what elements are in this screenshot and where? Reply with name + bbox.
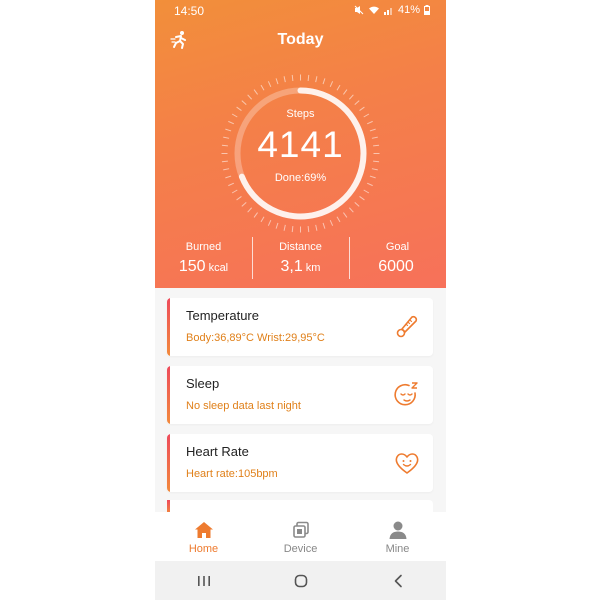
phone-screen: 14:50 41% Today Steps 4141 Done:69% Burn… [155, 0, 446, 600]
system-nav-bar [155, 561, 446, 600]
steps-done-percent: Done:69% [274, 172, 327, 184]
back-icon [394, 574, 402, 587]
recents-button[interactable] [189, 571, 219, 591]
ring-tick [223, 168, 230, 171]
ring-tick [260, 216, 265, 223]
ring-tick [371, 168, 378, 171]
bottom-nav: Home Device Mine [155, 512, 446, 561]
nav-label: Mine [385, 543, 410, 555]
sleep-face-icon [394, 382, 418, 406]
stat-value: 6000 [378, 258, 414, 275]
ring-tick [329, 219, 334, 226]
stat-value-wrap: 150 kcal [155, 258, 252, 276]
steps-value: 4141 [257, 124, 344, 165]
ring-tick [267, 81, 272, 88]
card-title: Heart Rate [186, 444, 249, 459]
ring-tick [260, 84, 265, 91]
card-sleep[interactable]: Sleep No sleep data last night [167, 366, 433, 424]
ring-tick [322, 78, 326, 85]
ring-tick [247, 207, 253, 213]
steps-hero: 14:50 41% Today Steps 4141 Done:69% Burn… [155, 0, 446, 288]
home-circle-icon [294, 574, 307, 587]
ring-tick [307, 226, 310, 233]
stat-unit: km [305, 262, 321, 274]
card-accent-bar [167, 366, 170, 424]
stat-unit: kcal [208, 262, 229, 274]
status-icons: 41% [354, 4, 430, 16]
ring-tick [283, 224, 286, 231]
stat-value-wrap: 3,1 km [252, 258, 349, 276]
wifi-icon [368, 6, 379, 14]
battery-percent: 41% [397, 4, 420, 16]
nav-label: Device [283, 543, 318, 555]
ring-tick [236, 196, 242, 201]
ring-tick [354, 100, 360, 106]
stat-value-wrap: 6000 [349, 258, 446, 276]
person-icon [389, 521, 406, 539]
stat-distance: Distance 3,1 km [252, 237, 349, 281]
ring-tick [283, 76, 286, 83]
device-icon [292, 521, 309, 538]
home-system-button[interactable] [286, 571, 316, 591]
ring-tick [348, 207, 354, 213]
ring-tick [322, 222, 326, 229]
card-subtitle: Heart rate:105bpm [186, 468, 278, 480]
signal-icon [383, 8, 392, 15]
heart-face-icon [395, 453, 419, 474]
ring-tick [336, 84, 341, 91]
ring-tick [307, 74, 310, 81]
ring-tick [231, 189, 238, 194]
ring-tick [275, 222, 279, 229]
status-bar: 14:50 41% [155, 0, 446, 20]
card-title: Temperature [186, 308, 259, 323]
stat-label: Distance [279, 241, 322, 253]
ring-tick [241, 100, 247, 106]
ring-tick [247, 94, 253, 100]
card-accent-bar [167, 434, 170, 492]
card-temperature[interactable]: Temperature Body:36,89°C Wrist:29,95°C [167, 298, 433, 356]
nav-device[interactable]: Device [252, 512, 349, 561]
ring-tick [291, 74, 294, 81]
stat-value: 3,1 [280, 258, 303, 275]
page-title: Today [277, 31, 324, 48]
stat-goal: Goal 6000 [349, 237, 446, 281]
card-accent-bar [167, 298, 170, 356]
ring-tick [291, 226, 294, 233]
card-subtitle: No sleep data last night [186, 400, 301, 412]
card-heart-rate[interactable]: Heart Rate Heart rate:105bpm [167, 434, 433, 492]
ring-tick [336, 216, 341, 223]
steps-label: Steps [286, 108, 315, 120]
card-subtitle: Body:36,89°C Wrist:29,95°C [186, 332, 325, 344]
ring-tick [329, 81, 334, 88]
ring-tick [315, 76, 318, 83]
mute-icon [354, 5, 364, 15]
recents-icon [197, 575, 210, 586]
home-icon [194, 522, 213, 538]
ring-tick [359, 196, 365, 201]
stat-burned: Burned 150 kcal [155, 237, 252, 281]
stats-row: Burned 150 kcal Distance 3,1 km Goal 6000 [155, 237, 446, 281]
ring-tick [253, 212, 258, 218]
ring-tick [354, 201, 360, 207]
card-title: Sleep [186, 376, 220, 391]
nav-label: Home [188, 543, 219, 555]
ring-tick [315, 224, 318, 231]
stat-label: Burned [185, 241, 222, 253]
ring-tick [267, 219, 272, 226]
nav-home[interactable]: Home [155, 512, 252, 561]
stat-value: 150 [178, 258, 206, 275]
battery-icon [424, 5, 430, 15]
ring-tick [343, 212, 348, 218]
ring-tick [241, 201, 247, 207]
ring-tick [343, 89, 348, 95]
ring-tick [348, 94, 354, 100]
ring-tick [253, 89, 258, 95]
back-button[interactable] [383, 571, 413, 591]
ring-tick [363, 189, 370, 194]
thermometer-icon [396, 315, 418, 338]
stat-label: Goal [385, 241, 410, 253]
ring-tick [275, 78, 279, 85]
status-time: 14:50 [174, 4, 205, 18]
nav-mine[interactable]: Mine [349, 512, 446, 561]
